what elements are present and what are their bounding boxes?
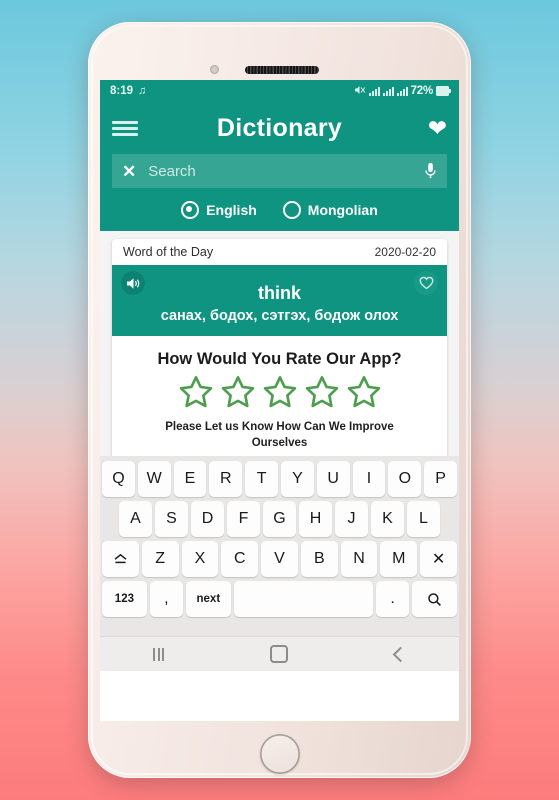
status-bar-left: 8:19 ♫	[110, 85, 146, 97]
heart-outline-icon[interactable]	[414, 271, 438, 295]
network-signal-icon	[368, 86, 380, 96]
key-e[interactable]: E	[173, 461, 207, 497]
star-outline-icon[interactable]	[304, 375, 340, 414]
cellular-signal-icon	[382, 86, 394, 96]
word-translation: санах, бодох, сэтгэх, бодож олох	[160, 308, 399, 324]
music-note-icon: ♫	[138, 85, 147, 97]
key-i[interactable]: I	[352, 461, 386, 497]
search-bar[interactable]: ✕	[112, 154, 447, 188]
device-top-sensors	[88, 62, 471, 78]
card-header: Word of the Day 2020-02-20	[112, 239, 447, 265]
key-s[interactable]: S	[155, 501, 188, 537]
key-x[interactable]: X	[181, 541, 219, 577]
key-c[interactable]: C	[221, 541, 259, 577]
page-title: Dictionary	[216, 113, 343, 142]
rating-subtitle: Please Let us Know How Can We Improve Ou…	[165, 421, 394, 449]
keyboard-row-1: Q W E R T Y U I O P	[102, 461, 457, 497]
earpiece-speaker-icon	[245, 66, 319, 74]
key-v[interactable]: V	[261, 541, 298, 577]
key-j[interactable]: J	[335, 501, 368, 537]
radio-label-english: English	[206, 202, 257, 218]
battery-percent-label: 72%	[410, 85, 434, 97]
microphone-icon[interactable]	[424, 162, 437, 180]
shift-caps-icon[interactable]	[101, 541, 139, 577]
recents-icon[interactable]	[153, 647, 165, 661]
radio-indicator-english[interactable]	[181, 201, 200, 219]
radio-label-mongolian: Mongolian	[307, 202, 378, 218]
key-f[interactable]: F	[227, 501, 260, 537]
home-square-icon[interactable]	[270, 645, 289, 663]
star-outline-icon[interactable]	[262, 375, 298, 414]
back-chevron-icon[interactable]	[392, 646, 409, 662]
keyboard-row-3: Z X C V B N M ✕	[101, 541, 458, 577]
key-a[interactable]: A	[119, 501, 152, 537]
radio-option-mongolian[interactable]: Mongolian	[282, 201, 378, 219]
key-o[interactable]: O	[388, 461, 422, 497]
backspace-x-icon[interactable]: ✕	[420, 541, 458, 577]
rating-title: How Would You Rate Our App?	[157, 350, 402, 368]
word-display-block: think санах, бодох, сэтгэх, бодож олох	[112, 265, 447, 336]
key-next[interactable]: next	[185, 581, 231, 617]
language-selector: English Mongolian	[112, 201, 447, 221]
app-bar-top-row: Dictionary ❤	[112, 108, 447, 148]
key-p[interactable]: P	[424, 461, 457, 497]
keyboard-row-2: A S D F G H J K L	[102, 501, 457, 537]
key-u[interactable]: U	[316, 461, 350, 497]
word-english: think	[258, 283, 301, 303]
battery-icon	[436, 86, 451, 96]
rating-block: How Would You Rate Our App? Please Let u…	[112, 336, 447, 467]
status-time: 8:19	[110, 85, 134, 97]
on-screen-keyboard: Q W E R T Y U I O P A S D F G H J K L Z …	[100, 456, 459, 636]
key-r[interactable]: R	[209, 461, 243, 497]
keyboard-row-4: 123 , next .	[102, 581, 457, 617]
status-bar: 8:19 ♫ 72%	[100, 80, 459, 102]
android-navigation-bar	[100, 636, 459, 671]
key-d[interactable]: D	[191, 501, 224, 537]
radio-indicator-mongolian[interactable]	[282, 201, 301, 219]
volume-mute-icon	[354, 85, 366, 98]
key-space[interactable]	[233, 581, 374, 617]
word-of-the-day-date: 2020-02-20	[374, 245, 436, 259]
star-rating-row[interactable]	[122, 375, 437, 414]
physical-home-button[interactable]	[259, 734, 300, 774]
status-bar-right: 72%	[354, 85, 451, 98]
key-m[interactable]: M	[380, 541, 418, 577]
key-comma[interactable]: ,	[149, 581, 183, 617]
word-of-the-day-card: Word of the Day 2020-02-20 think санах, …	[112, 239, 447, 468]
key-z[interactable]: Z	[141, 541, 179, 577]
key-h[interactable]: H	[299, 501, 332, 537]
app-bar: Dictionary ❤ ✕ English	[100, 102, 459, 231]
radio-option-english[interactable]: English	[181, 201, 257, 219]
key-t[interactable]: T	[245, 461, 278, 497]
key-b[interactable]: B	[300, 541, 338, 577]
speaker-volume-icon[interactable]	[121, 271, 145, 295]
key-y[interactable]: Y	[281, 461, 314, 497]
key-g[interactable]: G	[263, 501, 296, 537]
main-content: Word of the Day 2020-02-20 think санах, …	[100, 231, 459, 468]
key-l[interactable]: L	[407, 501, 440, 537]
heart-filled-icon[interactable]: ❤	[421, 116, 447, 140]
search-magnifier-icon[interactable]	[412, 581, 457, 617]
cellular-signal-icon-2	[396, 86, 408, 96]
phone-screen: 8:19 ♫ 72% Dictionary ❤ ✕ Search English…	[100, 80, 459, 721]
key-n[interactable]: N	[340, 541, 378, 577]
star-outline-icon[interactable]	[346, 375, 382, 414]
key-k[interactable]: K	[371, 501, 404, 537]
key-numbers[interactable]: 123	[102, 581, 147, 617]
key-q[interactable]: Q	[102, 461, 135, 497]
hamburger-menu-icon[interactable]	[112, 118, 138, 139]
key-period[interactable]: .	[376, 581, 410, 617]
search-input[interactable]	[146, 161, 414, 181]
word-of-the-day-label: Word of the Day	[123, 245, 214, 259]
close-x-icon[interactable]: ✕	[122, 163, 136, 180]
star-outline-icon[interactable]	[178, 375, 214, 414]
phone-device-frame: 8:19 ♫ 72% Dictionary ❤ ✕ Search English…	[88, 22, 471, 778]
key-w[interactable]: W	[137, 461, 171, 497]
front-camera-icon	[210, 65, 219, 74]
star-outline-icon[interactable]	[220, 375, 256, 414]
